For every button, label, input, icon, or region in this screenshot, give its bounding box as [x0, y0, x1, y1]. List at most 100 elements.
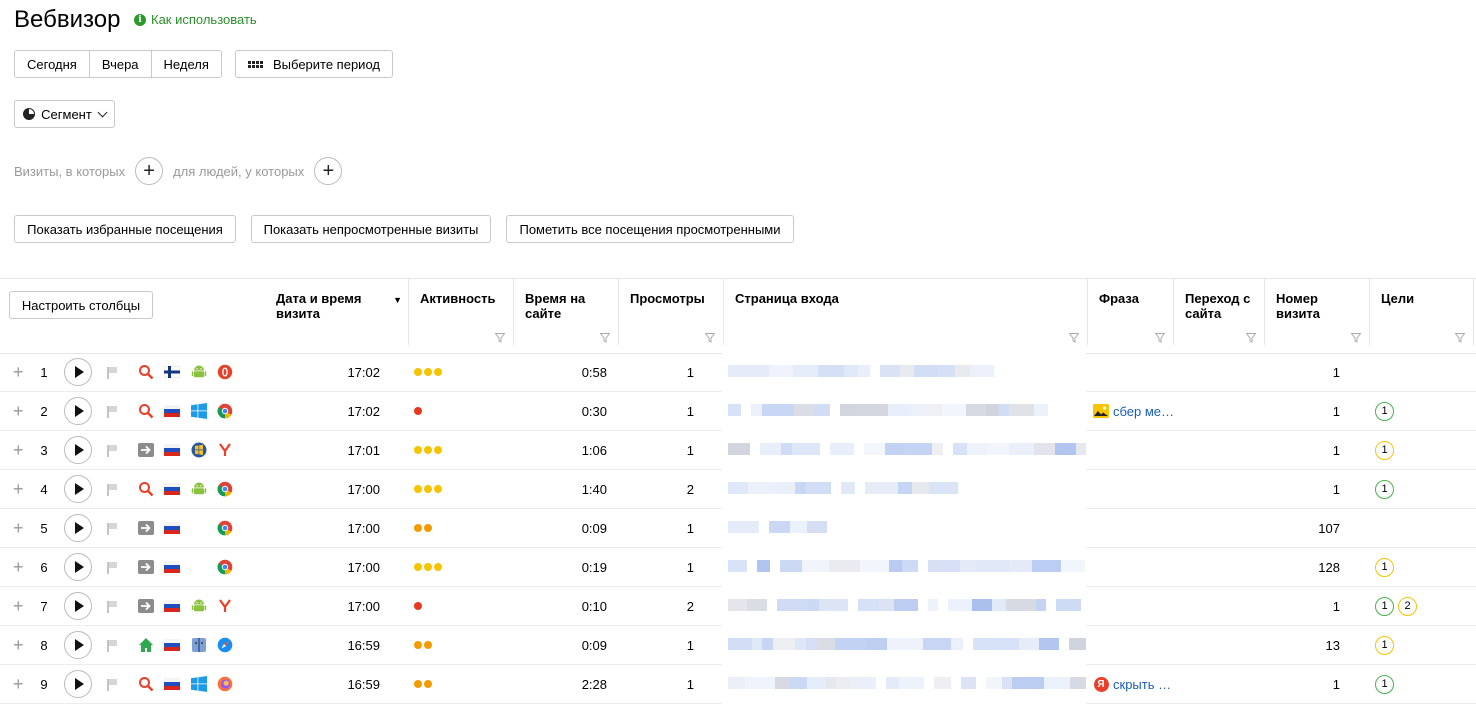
filter-funnel-icon[interactable] — [705, 333, 715, 343]
favorite-flag-button[interactable] — [107, 353, 117, 391]
favorite-flag-button[interactable] — [107, 392, 117, 430]
play-icon[interactable] — [64, 358, 92, 386]
redacted-block — [829, 560, 860, 572]
how-to-use-link[interactable]: i Как использовать — [134, 12, 257, 27]
play-visit-button[interactable] — [64, 431, 92, 469]
play-icon[interactable] — [64, 397, 92, 425]
column-datetime[interactable]: Дата и время визита ▼ — [265, 279, 409, 345]
search-phrase[interactable]: сбер ме… — [1093, 392, 1174, 430]
redacted-block — [819, 599, 848, 611]
filter-funnel-icon[interactable] — [495, 333, 505, 343]
favorite-flag-button[interactable] — [107, 431, 117, 469]
add-to-segment-button[interactable]: + — [13, 665, 24, 703]
add-visit-condition-button[interactable]: + — [135, 157, 164, 185]
flag-icon[interactable] — [107, 366, 117, 379]
column-visit-number[interactable]: Номер визита — [1265, 279, 1370, 345]
add-to-segment-button[interactable]: + — [13, 353, 24, 391]
redacted-block — [1039, 638, 1059, 650]
flag-icon[interactable] — [107, 483, 117, 496]
filter-funnel-icon[interactable] — [1069, 333, 1079, 343]
filter-funnel-icon[interactable] — [600, 333, 610, 343]
visit-time: 17:01 — [347, 442, 380, 458]
period-week-button[interactable]: Неделя — [152, 51, 221, 77]
search-phrase[interactable]: Яскрыть … — [1093, 665, 1171, 703]
play-visit-button[interactable] — [64, 665, 92, 703]
column-goals[interactable]: Цели — [1370, 279, 1474, 345]
add-to-segment-button[interactable]: + — [13, 392, 24, 430]
goal-badge[interactable]: 1 — [1375, 674, 1394, 694]
goal-badge[interactable]: 1 — [1375, 440, 1394, 460]
flag-icon[interactable] — [107, 561, 117, 574]
favorite-flag-button[interactable] — [107, 587, 117, 625]
play-icon[interactable] — [64, 670, 92, 698]
goal-badge[interactable]: 1 — [1375, 557, 1394, 577]
show-unviewed-button[interactable]: Показать непросмотренные визиты — [251, 215, 491, 243]
favorite-flag-button[interactable] — [107, 665, 117, 703]
favorite-flag-button[interactable] — [107, 548, 117, 586]
flag-icon[interactable] — [107, 639, 117, 652]
filter-funnel-icon[interactable] — [1246, 333, 1256, 343]
redacted-block — [905, 443, 932, 455]
play-icon[interactable] — [64, 553, 92, 581]
add-to-segment-button[interactable]: + — [13, 587, 24, 625]
redacted-block — [795, 482, 806, 494]
add-to-segment-button[interactable]: + — [13, 509, 24, 547]
visit-time: 17:00 — [347, 481, 380, 497]
period-yesterday-button[interactable]: Вчера — [90, 51, 152, 77]
goal-badge[interactable]: 1 — [1375, 401, 1394, 421]
play-visit-button[interactable] — [64, 392, 92, 430]
show-favorites-button[interactable]: Показать избранные посещения — [14, 215, 236, 243]
favorite-flag-button[interactable] — [107, 626, 117, 664]
period-today-button[interactable]: Сегодня — [15, 51, 90, 77]
search-phrase-text[interactable]: сбер ме… — [1113, 404, 1174, 419]
flag-icon[interactable] — [107, 444, 117, 457]
play-visit-button[interactable] — [64, 470, 92, 508]
choose-period-button[interactable]: Выберите период — [235, 50, 393, 78]
redacted-block — [886, 677, 899, 689]
play-icon[interactable] — [64, 514, 92, 542]
play-visit-button[interactable] — [64, 548, 92, 586]
segment-dropdown[interactable]: Сегмент — [14, 100, 115, 128]
period-presets: Сегодня Вчера Неделя — [14, 50, 222, 78]
play-visit-button[interactable] — [64, 587, 92, 625]
play-icon[interactable] — [64, 592, 92, 620]
redacted-block — [1034, 443, 1055, 455]
filter-funnel-icon[interactable] — [1351, 333, 1361, 343]
search-phrase-text[interactable]: скрыть … — [1113, 677, 1171, 692]
flag-icon[interactable] — [107, 405, 117, 418]
configure-columns-button[interactable]: Настроить столбцы — [9, 291, 153, 319]
add-people-condition-button[interactable]: + — [314, 157, 343, 185]
flag-icon[interactable] — [107, 522, 117, 535]
column-time-on-site[interactable]: Время на сайте — [514, 279, 619, 345]
play-visit-button[interactable] — [64, 626, 92, 664]
redacted-block — [987, 443, 1009, 455]
play-icon[interactable] — [64, 631, 92, 659]
add-to-segment-button[interactable]: + — [13, 431, 24, 469]
column-views[interactable]: Просмотры — [619, 279, 724, 345]
play-icon[interactable] — [64, 436, 92, 464]
add-to-segment-button[interactable]: + — [13, 548, 24, 586]
column-referrer[interactable]: Переход с сайта — [1174, 279, 1265, 345]
redacted-block — [914, 365, 937, 377]
flag-icon[interactable] — [107, 600, 117, 613]
goal-badge[interactable]: 1 — [1375, 479, 1394, 499]
filter-funnel-icon[interactable] — [1455, 333, 1465, 343]
time-on-site: 0:09 — [581, 637, 607, 653]
favorite-flag-button[interactable] — [107, 470, 117, 508]
goal-badge[interactable]: 1 — [1375, 596, 1394, 616]
column-phrase[interactable]: Фраза — [1088, 279, 1174, 345]
goal-badge[interactable]: 2 — [1398, 596, 1417, 616]
add-to-segment-button[interactable]: + — [13, 470, 24, 508]
favorite-flag-button[interactable] — [107, 509, 117, 547]
redacted-block — [856, 404, 888, 416]
filter-funnel-icon[interactable] — [1155, 333, 1165, 343]
play-visit-button[interactable] — [64, 509, 92, 547]
flag-icon[interactable] — [107, 678, 117, 691]
add-to-segment-button[interactable]: + — [13, 626, 24, 664]
goal-badge[interactable]: 1 — [1375, 635, 1394, 655]
mark-all-viewed-button[interactable]: Пометить все посещения просмотренными — [506, 215, 794, 243]
play-visit-button[interactable] — [64, 353, 92, 391]
play-icon[interactable] — [64, 475, 92, 503]
column-activity[interactable]: Активность — [409, 279, 514, 345]
column-entry-page[interactable]: Страница входа — [724, 279, 1088, 345]
